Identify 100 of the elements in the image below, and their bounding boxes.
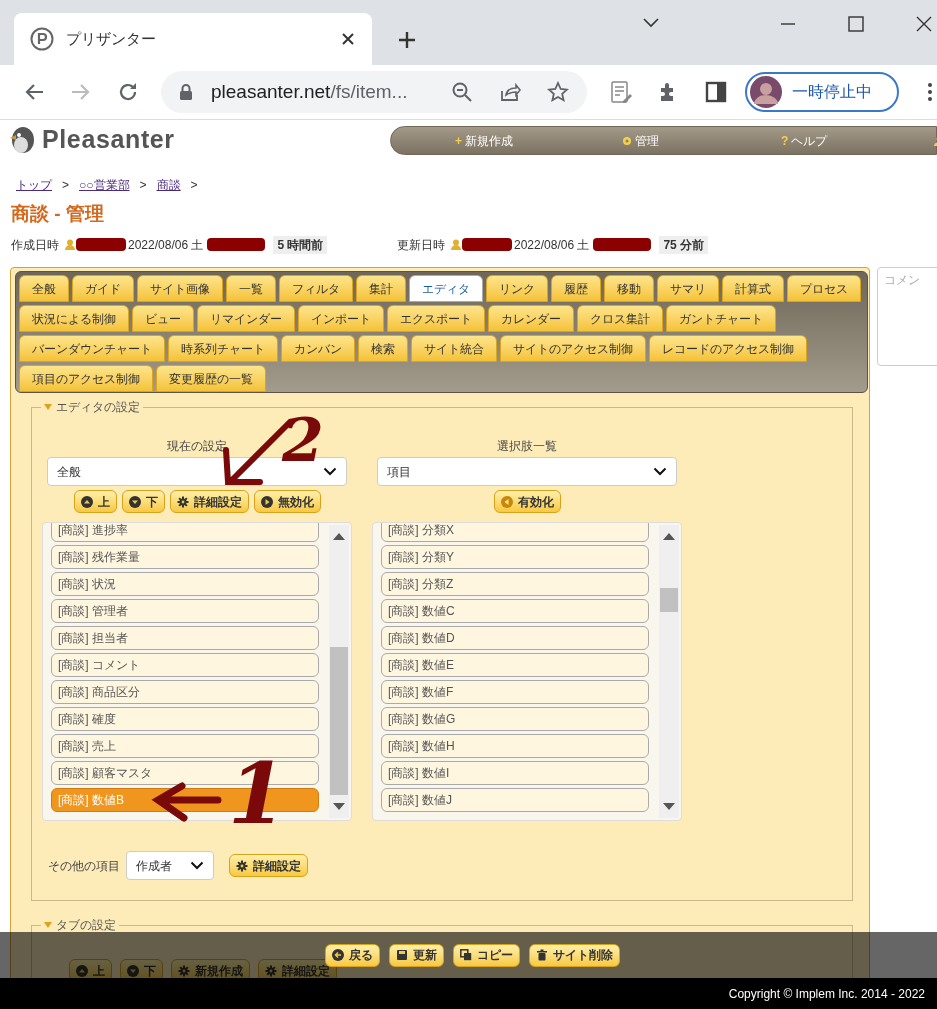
scroll-up-icon[interactable] bbox=[663, 533, 675, 540]
tab[interactable]: サイト画像 bbox=[137, 275, 223, 302]
copyright-text: Copyright © Implem Inc. 2014 - 2022 bbox=[728, 985, 925, 1003]
redaction-mark bbox=[207, 238, 266, 251]
tab[interactable]: プロセス bbox=[787, 275, 861, 302]
list-item[interactable]: [商談] 数値G bbox=[381, 707, 649, 731]
tab[interactable]: カレンダー bbox=[488, 305, 574, 332]
breadcrumb-link[interactable]: トップ bbox=[16, 176, 52, 194]
scroll-up-icon[interactable] bbox=[333, 533, 345, 540]
nav-link[interactable]: 管理 bbox=[622, 131, 659, 150]
list-item[interactable]: [商談] 分類Z bbox=[381, 572, 649, 596]
new-tab-icon[interactable] bbox=[396, 29, 418, 51]
tab[interactable]: フィルタ bbox=[279, 275, 353, 302]
dropdown[interactable]: 項目 bbox=[377, 457, 677, 486]
profile-button[interactable]: 一時停止中 bbox=[745, 72, 899, 112]
tab[interactable]: クロス集計 bbox=[577, 305, 663, 332]
logo-text: Pleasanter bbox=[42, 124, 175, 156]
chevron-down-icon[interactable] bbox=[642, 17, 660, 29]
tab[interactable]: 一覧 bbox=[226, 275, 276, 302]
lock-icon bbox=[179, 83, 193, 101]
list-item[interactable]: [商談] 数値E bbox=[381, 653, 649, 677]
dropdown[interactable]: 作成者 bbox=[126, 851, 214, 880]
scrollbar[interactable] bbox=[659, 525, 679, 818]
tab[interactable]: 移動 bbox=[604, 275, 654, 302]
zoom-out-icon[interactable] bbox=[451, 81, 473, 103]
tab[interactable]: 全般 bbox=[19, 275, 69, 302]
tab[interactable]: 項目のアクセス制御 bbox=[19, 365, 153, 392]
redaction-mark bbox=[593, 238, 652, 251]
scrollbar-thumb[interactable] bbox=[330, 647, 348, 795]
list-item[interactable]: [商談] 数値I bbox=[381, 761, 649, 785]
breadcrumb-link[interactable]: ○○営業部 bbox=[79, 176, 130, 194]
share-icon[interactable] bbox=[499, 82, 521, 102]
sidebar-icon[interactable] bbox=[705, 81, 727, 103]
tab[interactable]: サマリ bbox=[657, 275, 719, 302]
tab[interactable]: エクスポート bbox=[387, 305, 485, 332]
list-item[interactable]: [商談] 確度 bbox=[51, 707, 319, 731]
scrollbar-thumb[interactable] bbox=[660, 588, 678, 612]
reload-icon[interactable] bbox=[117, 81, 139, 103]
list-item[interactable]: [商談] 商品区分 bbox=[51, 680, 319, 704]
list-item[interactable]: [商談] 売上 bbox=[51, 734, 319, 758]
tab[interactable]: リンク bbox=[486, 275, 548, 302]
tab[interactable]: ガイド bbox=[72, 275, 134, 302]
nav-link[interactable]: ? ヘルプ bbox=[781, 131, 828, 150]
page-title: 商談 - 管理 bbox=[11, 202, 105, 226]
action-button[interactable]: 無効化 bbox=[253, 490, 321, 513]
action-button[interactable]: 有効化 bbox=[493, 490, 561, 513]
tab[interactable]: 検索 bbox=[358, 335, 408, 362]
avatar-icon bbox=[750, 76, 782, 108]
list-item[interactable]: [商談] 進捗率 bbox=[51, 523, 319, 542]
gear-icon bbox=[236, 859, 248, 872]
list-item[interactable]: [商談] 数値J bbox=[381, 788, 649, 812]
browser-tab[interactable]: プリザンター bbox=[14, 13, 372, 65]
gear-icon bbox=[176, 495, 189, 508]
tab[interactable]: エディタ bbox=[409, 275, 483, 302]
list-item[interactable]: [商談] コメント bbox=[51, 653, 319, 677]
list-item[interactable]: [商談] 管理者 bbox=[51, 599, 319, 623]
list-item[interactable]: [商談] 数値C bbox=[381, 599, 649, 623]
action-button[interactable]: 下 bbox=[121, 490, 165, 513]
action-button[interactable]: 詳細設定 bbox=[169, 490, 249, 513]
relative-time: 75 分前 bbox=[659, 235, 709, 254]
note-icon[interactable] bbox=[609, 80, 633, 104]
tab[interactable]: 時系列チャート bbox=[168, 335, 278, 362]
tab[interactable]: レコードのアクセス制御 bbox=[649, 335, 807, 362]
close-icon[interactable] bbox=[916, 16, 932, 32]
list-item[interactable]: [商談] 数値F bbox=[381, 680, 649, 704]
tab[interactable]: カンバン bbox=[281, 335, 355, 362]
list-item[interactable]: [商談] 担当者 bbox=[51, 626, 319, 650]
redaction-mark bbox=[76, 238, 126, 251]
tab[interactable]: インポート bbox=[298, 305, 384, 332]
star-icon[interactable] bbox=[547, 81, 569, 103]
list-item[interactable]: [商談] 状況 bbox=[51, 572, 319, 596]
more-menu-icon[interactable] bbox=[927, 81, 933, 103]
maximize-icon[interactable] bbox=[848, 16, 864, 32]
list-item[interactable]: [商談] 数値D bbox=[381, 626, 649, 650]
close-icon[interactable] bbox=[340, 31, 356, 47]
tab[interactable]: 集計 bbox=[356, 275, 406, 302]
tab[interactable]: 変更履歴の一覧 bbox=[156, 365, 266, 392]
scrollbar[interactable] bbox=[329, 525, 349, 818]
tab[interactable]: ビュー bbox=[132, 305, 194, 332]
tab[interactable]: 履歴 bbox=[551, 275, 601, 302]
redaction-mark bbox=[462, 238, 512, 251]
breadcrumb-link[interactable]: 商談 bbox=[156, 176, 181, 194]
list-item[interactable]: [商談] 分類Y bbox=[381, 545, 649, 569]
tab[interactable]: サイトのアクセス制御 bbox=[500, 335, 646, 362]
scroll-down-icon[interactable] bbox=[333, 803, 345, 810]
relative-time: 5 時間前 bbox=[273, 235, 328, 254]
tab[interactable]: サイト統合 bbox=[411, 335, 497, 362]
nav-link[interactable]: + 新規作成 bbox=[455, 131, 513, 150]
tab[interactable]: リマインダー bbox=[197, 305, 295, 332]
scroll-down-icon[interactable] bbox=[663, 803, 675, 810]
list-item[interactable]: [商談] 数値H bbox=[381, 734, 649, 758]
action-button[interactable]: 詳細設定 bbox=[229, 854, 308, 877]
address-bar[interactable]: pleasanter.net/fs/item... bbox=[161, 71, 587, 113]
tab[interactable]: 計算式 bbox=[722, 275, 784, 302]
list-item[interactable]: [商談] 残作業量 bbox=[51, 545, 319, 569]
tab[interactable]: 状況による制御 bbox=[19, 305, 129, 332]
tab[interactable]: ガントチャート bbox=[666, 305, 776, 332]
tab[interactable]: バーンダウンチャート bbox=[19, 335, 165, 362]
list-item[interactable]: [商談] 分類X bbox=[381, 523, 649, 542]
action-button[interactable]: 上 bbox=[73, 490, 117, 513]
